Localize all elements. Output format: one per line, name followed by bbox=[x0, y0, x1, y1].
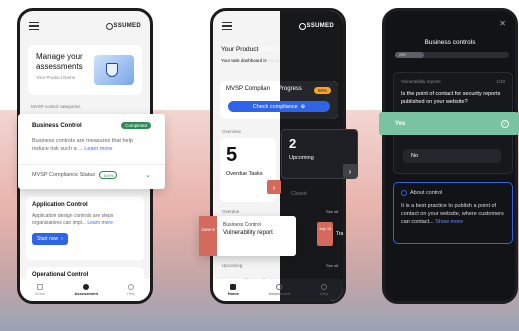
home-icon bbox=[36, 284, 43, 290]
shield-icon bbox=[83, 284, 90, 290]
brand-logo: SSUMED bbox=[105, 22, 141, 30]
business-control-card[interactable]: Business Control Completed Business cont… bbox=[18, 114, 165, 189]
progress-bar: 25% bbox=[395, 52, 509, 58]
about-title: About control bbox=[410, 190, 443, 196]
card-title: Application Control bbox=[32, 202, 88, 208]
about-control-card: About control It is a best practice to p… bbox=[393, 182, 513, 244]
card-description: Business controls are measures that help… bbox=[32, 138, 133, 152]
product-name: Your Product Name bbox=[221, 46, 278, 53]
learn-more-link[interactable]: Learn more bbox=[87, 220, 113, 226]
phone-business-controls: ✕ Business controls 25% Vulnerability re… bbox=[382, 8, 518, 304]
section-label: MVSP control categories bbox=[31, 104, 81, 109]
chevron-down-icon[interactable]: ⌄ bbox=[145, 171, 151, 179]
option-no[interactable]: No bbox=[403, 149, 501, 163]
progress-badge: 50% bbox=[313, 87, 331, 94]
upcoming-count: 2 bbox=[289, 136, 297, 151]
hamburger-menu-icon[interactable] bbox=[222, 22, 232, 30]
vulnerability-report-card[interactable]: June 5 Business Control Vulnerability re… bbox=[199, 216, 296, 256]
top-bar: SSUMED bbox=[20, 11, 150, 41]
completed-badge: Completed bbox=[121, 122, 151, 129]
card-title: Operational Control bbox=[32, 272, 89, 278]
start-now-button[interactable]: Start now › bbox=[32, 233, 68, 245]
closed-label: Closed bbox=[291, 191, 307, 197]
check-compliance-button[interactable]: Check compliance ⊕ bbox=[228, 101, 330, 112]
nav-home[interactable]: Home bbox=[228, 284, 239, 296]
card-title: Vulnerability report bbox=[223, 230, 273, 236]
screen-title: Business controls bbox=[424, 39, 476, 46]
arrow-right-icon[interactable]: › bbox=[343, 164, 357, 178]
see-all-link[interactable]: See all bbox=[326, 263, 338, 268]
application-control-card[interactable]: Application Control Application design c… bbox=[26, 197, 144, 260]
date-chip: July 15 bbox=[317, 222, 333, 246]
help-icon bbox=[128, 284, 135, 290]
see-all-link[interactable]: See all bbox=[326, 209, 338, 214]
question-category: Vulnerability reports bbox=[401, 79, 441, 84]
card-category: Business Control bbox=[223, 222, 261, 228]
hamburger-menu-icon[interactable] bbox=[29, 22, 39, 30]
truncated-title: Tra bbox=[336, 231, 344, 237]
nav-assessment[interactable]: Assessment bbox=[74, 284, 98, 296]
help-icon bbox=[321, 284, 328, 290]
nav-help[interactable]: Help bbox=[127, 284, 135, 296]
bottom-nav: Home Assessment Help bbox=[20, 279, 150, 301]
nav-home[interactable]: Home bbox=[35, 284, 45, 296]
section-label: Overdue bbox=[222, 209, 240, 214]
arrow-right-icon[interactable]: › bbox=[267, 180, 281, 194]
shield-icon bbox=[276, 284, 283, 290]
status-badge: 100% bbox=[99, 171, 118, 179]
divider bbox=[18, 164, 165, 165]
dashboard-subtitle: Your task dashboard is ready bbox=[221, 58, 280, 63]
overdue-tasks-card[interactable]: 5 Overdue Tasks › bbox=[220, 138, 281, 202]
overview-label: Overview bbox=[222, 129, 241, 134]
nav-help[interactable]: Help bbox=[320, 284, 328, 296]
arrow-right-icon: › bbox=[61, 236, 63, 242]
info-icon bbox=[401, 190, 407, 196]
nav-assessment[interactable]: Assessment bbox=[269, 284, 290, 296]
card-description: Application design controls are steps or… bbox=[32, 213, 114, 226]
hero-title: Manage your assessments bbox=[36, 52, 83, 71]
compliance-progress-card: MVSP Compliance Progress 50% Check compl… bbox=[220, 81, 338, 119]
home-icon bbox=[230, 284, 237, 290]
show-more-link[interactable]: Show more bbox=[435, 219, 463, 225]
learn-more-link[interactable]: Learn more bbox=[84, 146, 112, 152]
overdue-label: Overdue Tasks bbox=[226, 171, 263, 177]
about-text: It is a best practice to publish a point… bbox=[401, 203, 504, 225]
shield-icon bbox=[106, 63, 118, 77]
progress-fill: 25% bbox=[395, 52, 424, 58]
shield-illustration bbox=[94, 55, 134, 85]
question-text: Is the point of contact for security rep… bbox=[401, 91, 501, 105]
bottom-nav: Home Assessment Help bbox=[213, 279, 343, 301]
date-chip: June 5 bbox=[199, 216, 217, 256]
brand-logo: SSUMED bbox=[298, 22, 334, 30]
check-circle-icon: ✓ bbox=[501, 119, 509, 128]
close-icon[interactable]: ✕ bbox=[499, 19, 506, 28]
upcoming-label: Upcoming bbox=[289, 155, 314, 161]
compliance-status: MVSP Compliance Status 100% bbox=[32, 171, 118, 179]
question-counter: 1/10 bbox=[496, 79, 505, 84]
section-label: Upcoming bbox=[222, 263, 243, 268]
upcoming-card[interactable]: 2 Upcoming › bbox=[281, 129, 358, 179]
option-yes[interactable]: Yes ✓ bbox=[379, 112, 519, 135]
hero-card: Manage your assessments Your Product Nam… bbox=[28, 45, 142, 95]
top-bar: SSUMED bbox=[213, 11, 343, 41]
card-title: Business Control bbox=[32, 122, 82, 129]
arrow-right-icon: ⊕ bbox=[300, 103, 306, 110]
overdue-count: 5 bbox=[226, 144, 238, 166]
